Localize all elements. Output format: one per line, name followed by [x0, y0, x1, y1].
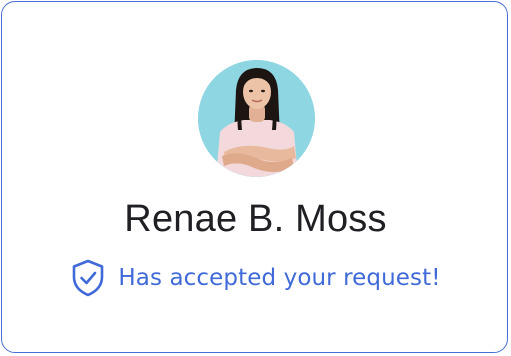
avatar	[198, 60, 315, 177]
profile-photo	[198, 60, 315, 177]
status-text: Has accepted your request!	[118, 265, 441, 291]
contact-name: Renae B. Moss	[124, 198, 387, 240]
notification-card: Renae B. Moss Has accepted your request!	[1, 1, 508, 353]
shield-check-icon	[73, 259, 104, 297]
status-row: Has accepted your request!	[2, 258, 509, 298]
